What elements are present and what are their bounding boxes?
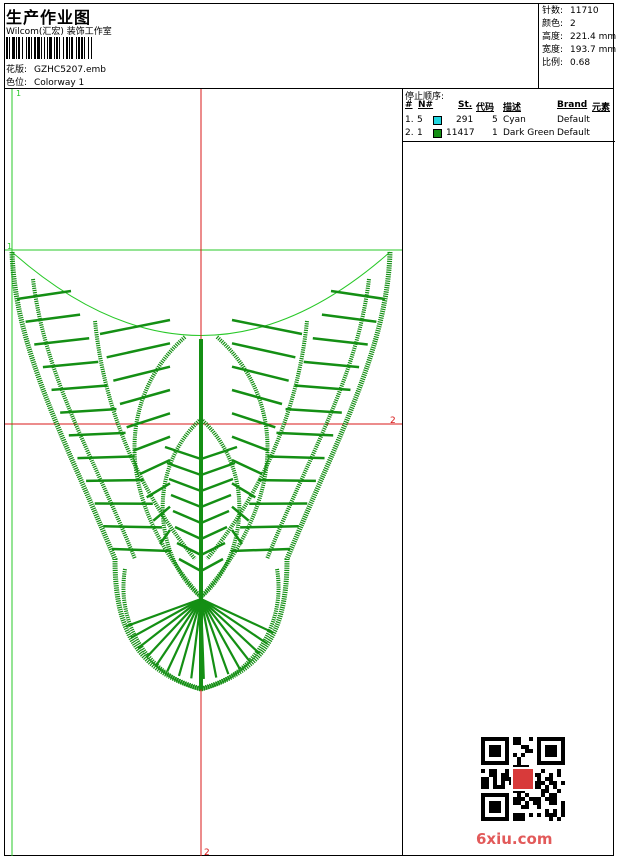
stat-value: 11710	[570, 6, 599, 16]
table-divider	[403, 141, 615, 142]
stat-label: 颜色:	[542, 19, 564, 29]
table-row[interactable]: 2. 1 11417 1 Dark Green Default	[403, 128, 615, 140]
row-needle: 1	[417, 128, 423, 138]
qr-code	[481, 737, 565, 821]
row-stitches: 11417	[446, 128, 475, 138]
watermark: 6xiu.com	[476, 830, 553, 848]
row-code: 1	[492, 128, 498, 138]
table-row[interactable]: 1. 5 291 5 Cyan Default	[403, 115, 615, 127]
marker-top: 1	[16, 89, 21, 98]
marker-left: 1	[7, 242, 12, 251]
design-label: 花版:	[6, 65, 28, 75]
barcode	[6, 37, 92, 59]
col-description: 描述	[503, 103, 522, 113]
stat-value: 2	[570, 19, 576, 29]
row-index: 2.	[405, 128, 414, 138]
color-swatch	[433, 116, 442, 125]
color-swatch	[433, 129, 442, 138]
row-needle: 5	[417, 115, 423, 125]
row-stitches: 291	[456, 115, 474, 125]
design-value: GZHC5207.emb	[34, 65, 106, 75]
stat-label: 宽度:	[542, 45, 564, 55]
stat-scale: 比例: 0.68	[542, 57, 614, 70]
col-brand: Brand	[557, 100, 588, 110]
table-header: # N# St. 代码 描述 Brand 元素	[403, 100, 615, 113]
design-line: 花版: GZHC5207.emb	[6, 62, 106, 75]
header: 生产作业图 Wilcom(汇宏) 装饰工作室 花版: GZHC5207.emb 色…	[6, 4, 536, 88]
studio-name: Wilcom(汇宏) 装饰工作室	[6, 27, 112, 37]
colorway-label: 色位:	[6, 78, 28, 88]
stat-colors: 颜色: 2	[542, 18, 614, 31]
col-needle: N#	[418, 100, 434, 110]
colorway-value: Colorway 1	[34, 78, 85, 88]
design-canvas[interactable]: 1 1 2 2	[5, 89, 402, 856]
col-index: #	[405, 100, 413, 110]
colorway-line: 色位: Colorway 1	[6, 75, 84, 88]
marker-right: 2	[390, 416, 396, 426]
stat-value: 193.7 mm	[570, 45, 617, 55]
marker-bottom: 2	[204, 848, 210, 856]
stat-height: 高度: 221.4 mm	[542, 31, 617, 44]
stat-label: 高度:	[542, 32, 564, 42]
stats-panel: 针数: 11710 颜色: 2 高度: 221.4 mm 宽度: 193.7 mm 比例…	[538, 3, 617, 88]
stat-stitches: 针数: 11710	[542, 5, 614, 18]
col-code: 代码	[476, 103, 495, 113]
stat-width: 宽度: 193.7 mm	[542, 44, 617, 57]
row-description: Cyan	[503, 115, 526, 125]
stat-value: 221.4 mm	[570, 32, 617, 42]
row-description: Dark Green	[503, 128, 555, 138]
stat-value: 0.68	[570, 58, 591, 68]
row-brand: Default	[557, 115, 590, 125]
stat-label: 比例:	[542, 58, 564, 68]
row-brand: Default	[557, 128, 590, 138]
seal-icon	[513, 769, 533, 789]
row-code: 5	[492, 115, 498, 125]
stat-label: 针数:	[542, 6, 564, 16]
col-stitches: St.	[458, 100, 473, 110]
row-index: 1.	[405, 115, 414, 125]
col-element: 元素	[592, 103, 611, 113]
